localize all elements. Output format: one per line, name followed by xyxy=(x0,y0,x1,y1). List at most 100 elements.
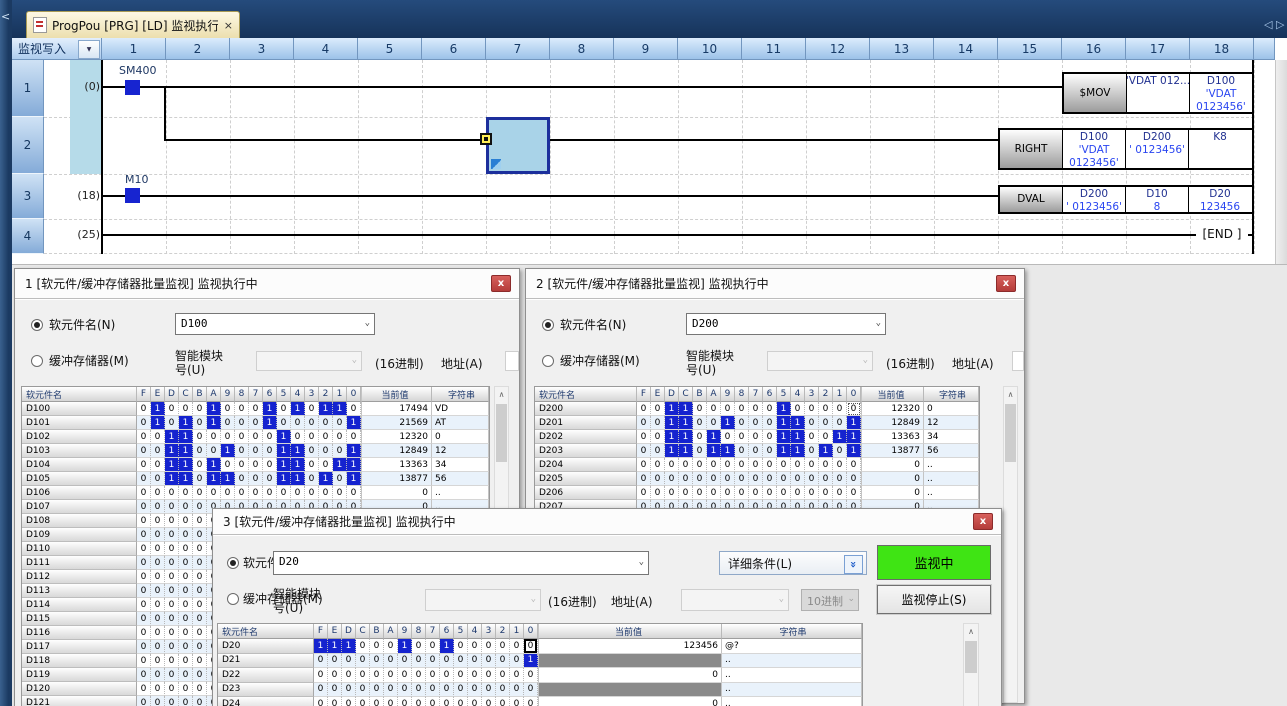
bit-cell[interactable]: 0 xyxy=(249,430,263,444)
bit-cell[interactable]: 1 xyxy=(721,444,735,458)
bit-cell[interactable]: 0 xyxy=(356,654,370,669)
bit-cell[interactable]: 0 xyxy=(426,683,440,698)
bit-cell[interactable]: 0 xyxy=(454,668,468,683)
string-cell[interactable]: 0 xyxy=(432,430,489,444)
bit-cell[interactable]: 0 xyxy=(370,639,384,654)
bit-cell[interactable]: 0 xyxy=(235,444,249,458)
bit-cell[interactable]: 0 xyxy=(707,416,721,430)
operand-cell[interactable]: D100 'VDAT 0123456' xyxy=(1190,74,1252,112)
bit-cell[interactable]: 0 xyxy=(721,486,735,500)
bit-cell[interactable]: 0 xyxy=(193,682,207,696)
device-name-cell[interactable]: D107 xyxy=(22,500,137,514)
scroll-up-icon[interactable]: ∧ xyxy=(495,387,508,402)
bit-cell[interactable]: 0 xyxy=(426,654,440,669)
device-name-cell[interactable]: D115 xyxy=(22,612,137,626)
scrollbar-thumb[interactable] xyxy=(496,404,507,462)
bit-cell[interactable]: 1 xyxy=(165,444,179,458)
bit-cell[interactable]: 0 xyxy=(249,416,263,430)
bit-cell[interactable]: 1 xyxy=(179,458,193,472)
bit-cell[interactable]: 0 xyxy=(165,500,179,514)
bit-cell[interactable]: 0 xyxy=(137,430,151,444)
contact-m10[interactable] xyxy=(125,188,140,203)
bit-cell[interactable]: 0 xyxy=(651,486,665,500)
bit-cell[interactable]: 0 xyxy=(384,654,398,669)
bit-cell[interactable]: 0 xyxy=(749,472,763,486)
bit-cell[interactable]: 0 xyxy=(263,486,277,500)
bit-cell[interactable]: 1 xyxy=(347,472,361,486)
bit-cell[interactable]: 1 xyxy=(777,430,791,444)
device-name-cell[interactable]: D114 xyxy=(22,598,137,612)
bit-cell[interactable]: 0 xyxy=(137,668,151,682)
bit-cell[interactable]: 0 xyxy=(179,570,193,584)
string-cell[interactable]: .. xyxy=(722,668,862,683)
bit-cell[interactable]: 0 xyxy=(440,697,454,706)
bit-cell[interactable]: 0 xyxy=(749,430,763,444)
string-cell[interactable]: 12 xyxy=(924,416,979,430)
bit-cell[interactable]: 1 xyxy=(398,639,412,654)
bit-cell[interactable]: 0 xyxy=(637,472,651,486)
bit-cell[interactable]: 0 xyxy=(749,458,763,472)
bit-cell[interactable]: 0 xyxy=(384,697,398,706)
bit-cell[interactable]: 0 xyxy=(693,402,707,416)
bit-cell[interactable]: 0 xyxy=(249,444,263,458)
bit-cell[interactable]: 1 xyxy=(319,472,333,486)
bit-cell[interactable]: 1 xyxy=(165,458,179,472)
current-value-cell[interactable]: 17494 xyxy=(361,402,432,416)
bit-cell[interactable]: 1 xyxy=(207,472,221,486)
bit-cell[interactable]: 1 xyxy=(665,430,679,444)
current-value-cell[interactable] xyxy=(538,683,722,698)
bit-cell[interactable]: 0 xyxy=(333,472,347,486)
bit-cell[interactable]: 0 xyxy=(777,486,791,500)
bit-cell[interactable]: 0 xyxy=(356,697,370,706)
bit-cell[interactable]: 0 xyxy=(412,654,426,669)
bit-cell[interactable]: 0 xyxy=(179,486,193,500)
scroll-up-icon[interactable]: ∧ xyxy=(964,624,978,639)
bit-cell[interactable]: 0 xyxy=(342,654,356,669)
bit-cell[interactable]: 0 xyxy=(384,668,398,683)
bit-cell[interactable]: 0 xyxy=(805,416,819,430)
bit-cell[interactable]: 0 xyxy=(510,668,524,683)
tab-scroll-right-icon[interactable]: ▷ xyxy=(1276,18,1284,31)
ladder-row-header[interactable]: 1 xyxy=(12,60,44,117)
bit-cell[interactable]: 1 xyxy=(328,639,342,654)
bit-cell[interactable]: 0 xyxy=(482,654,496,669)
bit-cell[interactable]: 0 xyxy=(263,472,277,486)
device-name-combo[interactable]: D100⌄ xyxy=(175,313,375,335)
bit-cell[interactable]: 1 xyxy=(347,416,361,430)
bit-cell[interactable]: 0 xyxy=(221,430,235,444)
bit-cell[interactable]: 0 xyxy=(151,472,165,486)
bit-cell[interactable]: 0 xyxy=(707,486,721,500)
bit-cell[interactable]: 0 xyxy=(179,542,193,556)
bit-cell[interactable]: 0 xyxy=(137,556,151,570)
bit-cell[interactable]: 0 xyxy=(305,458,319,472)
string-cell[interactable]: @? xyxy=(722,639,862,654)
bit-cell[interactable]: 0 xyxy=(833,444,847,458)
bit-cell[interactable]: 1 xyxy=(277,430,291,444)
bit-cell[interactable]: 0 xyxy=(137,598,151,612)
bit-cell[interactable]: 0 xyxy=(221,486,235,500)
bit-cell[interactable]: 0 xyxy=(165,654,179,668)
bit-cell[interactable]: 1 xyxy=(179,430,193,444)
bit-cell[interactable]: 0 xyxy=(763,402,777,416)
bit-cell[interactable]: 0 xyxy=(805,430,819,444)
bit-cell[interactable]: 0 xyxy=(235,472,249,486)
bit-cell[interactable]: 1 xyxy=(342,639,356,654)
bit-cell[interactable]: 0 xyxy=(328,697,342,706)
bit-cell[interactable]: 0 xyxy=(735,416,749,430)
bit-cell[interactable]: 0 xyxy=(749,402,763,416)
bit-cell[interactable]: 0 xyxy=(398,697,412,706)
bit-cell[interactable]: 0 xyxy=(151,612,165,626)
selection-handle[interactable] xyxy=(480,133,492,145)
bit-cell[interactable]: 0 xyxy=(263,444,277,458)
device-name-cell[interactable]: D105 xyxy=(22,472,137,486)
device-name-cell[interactable]: D101 xyxy=(22,416,137,430)
bit-cell[interactable]: 0 xyxy=(221,402,235,416)
bit-cell[interactable]: 0 xyxy=(347,430,361,444)
bit-cell[interactable]: 0 xyxy=(651,444,665,458)
bit-cell[interactable]: 0 xyxy=(342,668,356,683)
bit-cell[interactable]: 1 xyxy=(277,444,291,458)
bit-cell[interactable]: 0 xyxy=(524,668,538,683)
bit-cell[interactable]: 0 xyxy=(412,697,426,706)
bit-cell[interactable]: 0 xyxy=(833,416,847,430)
bit-cell[interactable]: 0 xyxy=(193,528,207,542)
